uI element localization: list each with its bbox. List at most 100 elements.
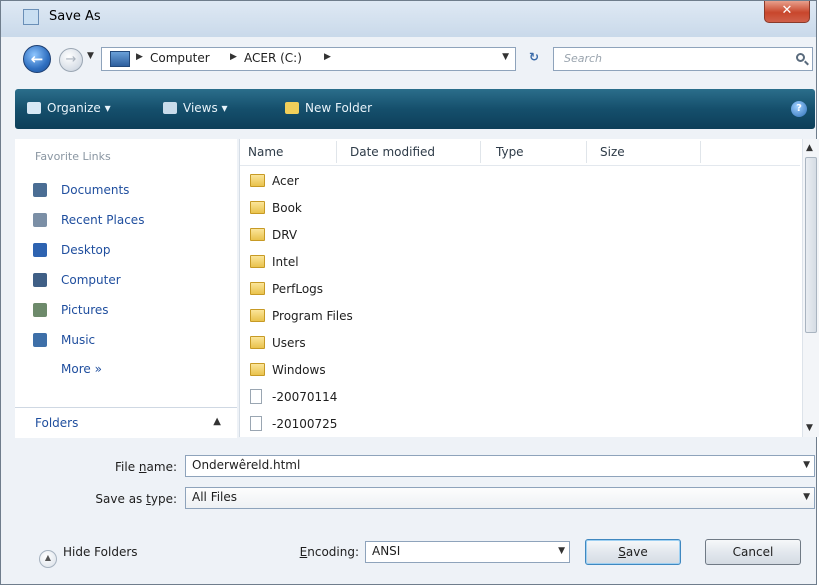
computer-location-icon bbox=[110, 51, 130, 67]
views-label: Views bbox=[183, 101, 218, 115]
sidebar-item-recent-places[interactable]: Recent Places bbox=[33, 211, 233, 231]
column-divider[interactable] bbox=[586, 141, 587, 163]
save-as-type-label: Save as type: bbox=[95, 492, 177, 506]
file-list: Name Date modified Type Size Acer Book D… bbox=[239, 139, 819, 437]
views-button[interactable]: Views ▾ bbox=[163, 101, 228, 115]
more-label: More bbox=[61, 362, 91, 376]
more-links[interactable]: More » bbox=[61, 362, 102, 376]
organize-icon bbox=[27, 102, 41, 114]
chevron-down-icon[interactable]: ▼ bbox=[803, 492, 810, 502]
column-header-row: Name Date modified Type Size bbox=[240, 139, 800, 166]
file-icon bbox=[250, 389, 262, 404]
vertical-scrollbar[interactable]: ▲ ▼ bbox=[802, 139, 819, 437]
list-item[interactable]: Windows bbox=[250, 358, 790, 384]
encoding-select[interactable]: ANSI ▼ bbox=[365, 541, 570, 563]
encoding-label: Encoding: bbox=[299, 545, 359, 559]
folders-toggle[interactable]: Folders ▲ bbox=[15, 407, 237, 438]
list-item[interactable]: Book bbox=[250, 196, 790, 222]
list-item[interactable]: PerfLogs bbox=[250, 277, 790, 303]
item-name: Windows bbox=[272, 363, 326, 377]
chevron-up-icon: ▲ bbox=[39, 550, 57, 568]
organize-button[interactable]: Organize ▾ bbox=[27, 101, 111, 115]
chevron-down-icon[interactable]: ▼ bbox=[558, 546, 565, 556]
column-type[interactable]: Type bbox=[496, 145, 524, 159]
window-title: Save As bbox=[49, 9, 101, 24]
address-bar[interactable]: ▶ Computer ▶ ACER (C:) ▶ ▼ bbox=[101, 47, 516, 71]
back-button[interactable]: ← bbox=[23, 45, 51, 73]
sidebar-item-label: Computer bbox=[61, 273, 121, 287]
list-item[interactable]: Users bbox=[250, 331, 790, 357]
folder-icon bbox=[250, 228, 265, 241]
sidebar-item-documents[interactable]: Documents bbox=[33, 181, 233, 201]
folder-icon bbox=[250, 255, 265, 268]
list-item[interactable]: DRV bbox=[250, 223, 790, 249]
column-size[interactable]: Size bbox=[600, 145, 625, 159]
column-divider[interactable] bbox=[336, 141, 337, 163]
chevron-down-icon[interactable]: ▼ bbox=[803, 460, 810, 470]
item-name: PerfLogs bbox=[272, 282, 324, 296]
address-dropdown-icon[interactable]: ▼ bbox=[502, 52, 509, 62]
column-date-modified[interactable]: Date modified bbox=[350, 145, 435, 159]
search-icon[interactable] bbox=[796, 53, 805, 62]
sidebar-item-label: Documents bbox=[61, 183, 130, 197]
sidebar-item-label: Recent Places bbox=[61, 213, 145, 227]
folder-icon bbox=[250, 363, 265, 376]
sidebar-item-label: Pictures bbox=[61, 303, 109, 317]
file-name-field[interactable]: Onderwêreld.html ▼ bbox=[185, 455, 815, 477]
folder-icon bbox=[250, 201, 265, 214]
item-name: DRV bbox=[272, 228, 298, 242]
chevron-up-icon: ▲ bbox=[213, 416, 221, 427]
item-name: Book bbox=[272, 201, 302, 215]
item-name: Users bbox=[272, 336, 306, 350]
sidebar-item-music[interactable]: Music bbox=[33, 331, 233, 351]
close-button[interactable]: ✕ bbox=[764, 1, 810, 23]
column-divider[interactable] bbox=[700, 141, 701, 163]
address-row: ← → ▼ ▶ Computer ▶ ACER (C:) ▶ ▼ ↻ Searc… bbox=[1, 41, 816, 75]
organize-label: Organize bbox=[47, 101, 101, 115]
documents-icon bbox=[33, 183, 47, 197]
breadcrumb-drive[interactable]: ACER (C:) bbox=[244, 51, 302, 65]
list-item[interactable]: -20100725 bbox=[250, 412, 790, 438]
encoding-value: ANSI bbox=[372, 544, 401, 558]
crumb-separator-icon[interactable]: ▶ bbox=[324, 52, 331, 62]
search-input[interactable]: Search bbox=[564, 52, 602, 65]
hide-folders-label: Hide Folders bbox=[63, 545, 138, 559]
item-name: -20070114 bbox=[272, 390, 338, 404]
dialog-footer: ▲ Hide Folders Encoding: ANSI ▼ Save Canc… bbox=[1, 531, 816, 586]
list-item[interactable]: Program Files bbox=[250, 304, 790, 330]
column-divider[interactable] bbox=[480, 141, 481, 163]
recent-places-icon bbox=[33, 213, 47, 227]
list-item[interactable]: Acer bbox=[250, 169, 790, 195]
folder-icon bbox=[250, 282, 265, 295]
refresh-button[interactable]: ↻ bbox=[521, 50, 547, 68]
sidebar-item-pictures[interactable]: Pictures bbox=[33, 301, 233, 321]
list-item[interactable]: Intel bbox=[250, 250, 790, 276]
new-folder-icon bbox=[285, 102, 299, 114]
computer-icon bbox=[33, 273, 47, 287]
sidebar-item-computer[interactable]: Computer bbox=[33, 271, 233, 291]
cancel-button[interactable]: Cancel bbox=[705, 539, 801, 565]
item-name: Acer bbox=[272, 174, 299, 188]
sidebar-item-label: Desktop bbox=[61, 243, 111, 257]
list-item[interactable]: -20070114 bbox=[250, 385, 790, 411]
help-icon[interactable]: ? bbox=[791, 101, 807, 117]
column-name[interactable]: Name bbox=[248, 145, 283, 159]
hide-folders-button[interactable]: ▲ Hide Folders bbox=[39, 545, 138, 568]
crumb-separator-icon[interactable]: ▶ bbox=[230, 52, 237, 62]
file-name-value: Onderwêreld.html bbox=[192, 458, 301, 472]
crumb-separator-icon[interactable]: ▶ bbox=[136, 52, 143, 62]
music-icon bbox=[33, 333, 47, 347]
forward-button[interactable]: → bbox=[59, 48, 83, 72]
item-name: -20100725 bbox=[272, 417, 338, 431]
scroll-up-icon[interactable]: ▲ bbox=[806, 143, 813, 153]
search-box[interactable]: Search bbox=[553, 47, 813, 71]
new-folder-button[interactable]: New Folder bbox=[285, 101, 372, 115]
file-name-label: File name: bbox=[115, 460, 177, 474]
breadcrumb-computer[interactable]: Computer bbox=[150, 51, 210, 65]
scroll-down-icon[interactable]: ▼ bbox=[806, 423, 813, 433]
save-button[interactable]: Save bbox=[585, 539, 681, 565]
save-as-type-select[interactable]: All Files ▼ bbox=[185, 487, 815, 509]
sidebar-item-desktop[interactable]: Desktop bbox=[33, 241, 233, 261]
scrollbar-thumb[interactable] bbox=[805, 157, 817, 333]
recent-pages-dropdown[interactable]: ▼ bbox=[87, 51, 97, 65]
